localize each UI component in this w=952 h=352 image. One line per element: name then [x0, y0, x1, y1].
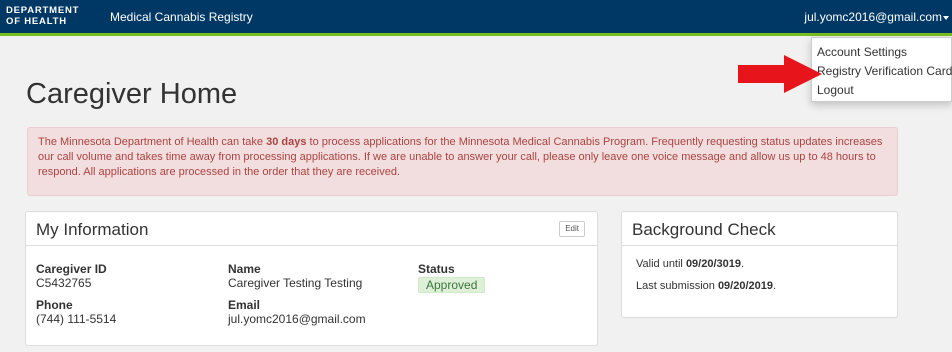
menu-item-registry-verification-card[interactable]: Registry Verification Card [812, 62, 952, 81]
name-label: Name [228, 262, 261, 276]
caret-down-icon [943, 15, 949, 20]
app-name-link[interactable]: Medical Cannabis Registry [110, 10, 253, 24]
valid-suffix: . [741, 258, 745, 270]
caregiver-id-value: C5432765 [36, 276, 92, 290]
valid-until-text: Valid until 09/20/3019. [636, 258, 744, 270]
last-suffix: . [773, 280, 777, 292]
my-information-panel: My Information Edit Caregiver ID C543276… [25, 211, 598, 346]
last-date: 09/20/2019 [717, 280, 773, 292]
valid-date: 09/20/3019 [685, 258, 741, 270]
annotation-arrow-icon [738, 55, 822, 93]
valid-prefix: Valid until [636, 258, 686, 270]
panel-title: My Information [36, 220, 149, 239]
phone-label: Phone [36, 298, 73, 312]
user-email: jul.yomc2016@gmail.com [804, 10, 942, 24]
top-navbar: DEPARTMENT OF HEALTH Medical Cannabis Re… [0, 0, 952, 36]
name-field: Name Caregiver Testing Testing [228, 262, 362, 290]
alert-text-bold: 30 days [266, 136, 307, 148]
status-field: Status Approved [418, 262, 486, 293]
status-badge: Approved [418, 277, 486, 293]
last-prefix: Last submission [636, 280, 718, 292]
edit-button[interactable]: Edit [559, 221, 585, 237]
page-title: Caregiver Home [26, 78, 238, 110]
panel-title: Background Check [632, 220, 776, 239]
phone-value: (744) 111-5514 [36, 312, 117, 326]
logo-line-2: OF HEALTH [6, 16, 67, 27]
background-check-panel: Background Check Valid until 09/20/3019.… [621, 211, 898, 318]
phone-field: Phone (744) 111-5514 [36, 298, 116, 326]
user-menu-toggle[interactable]: jul.yomc2016@gmail.com [804, 10, 949, 24]
last-submission-text: Last submission 09/20/2019. [636, 280, 776, 292]
panel-heading: Background Check [622, 212, 897, 246]
caregiver-id-field: Caregiver ID C5432765 [36, 262, 107, 290]
email-value: jul.yomc2016@gmail.com [228, 312, 366, 326]
status-label: Status [418, 262, 455, 276]
health-department-logo[interactable]: DEPARTMENT OF HEALTH [6, 5, 79, 27]
email-label: Email [228, 298, 261, 312]
caregiver-id-label: Caregiver ID [36, 262, 107, 276]
panel-heading: My Information Edit [26, 212, 597, 246]
menu-item-account-settings[interactable]: Account Settings [812, 43, 951, 62]
alert-text-start: The Minnesota Department of Health can t… [38, 136, 267, 148]
menu-item-logout[interactable]: Logout [812, 81, 951, 100]
email-field: Email jul.yomc2016@gmail.com [228, 298, 366, 326]
name-value: Caregiver Testing Testing [228, 276, 363, 290]
processing-time-alert: The Minnesota Department of Health can t… [27, 127, 898, 196]
logo-line-1: DEPARTMENT [6, 5, 80, 16]
user-dropdown-menu: Account Settings Registry Verification C… [811, 37, 952, 102]
